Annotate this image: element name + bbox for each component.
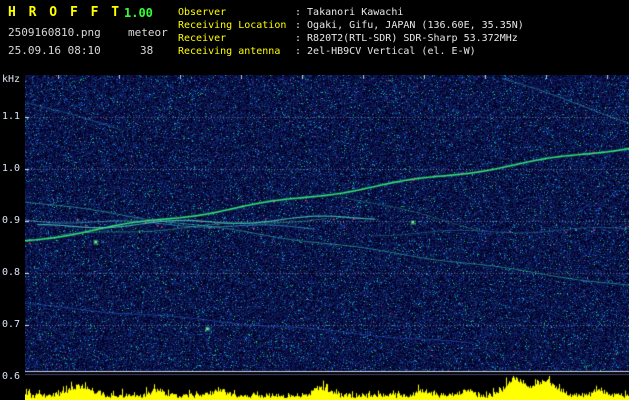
info-label: Observer [178,7,227,18]
freq-tick-label: 0.9 [1,215,20,226]
freq-tick-label: 0.6 [1,371,20,382]
info-label: Receiving Location [178,20,287,31]
info-value: : Ogaki, Gifu, JAPAN (136.60E, 35.35N) [295,20,524,31]
timestamp: 25.09.16 08:10 [8,44,101,57]
freq-tick-label: 1.1 [1,111,20,122]
info-label: Receiving antenna [178,46,281,57]
info-value: : 2el-HB9CV Vertical (el. E-W) [295,46,476,57]
freq-axis-unit: kHz [2,74,21,85]
hrofft-window: H R O F F T 1.00 2509160810.png meteor 2… [0,0,629,400]
output-filename: 2509160810.png [8,26,101,39]
info-label: Receiver [178,33,227,44]
app-title: H R O F F T [8,5,122,20]
freq-tick-label: 1.0 [1,163,20,174]
freq-tick-label: 0.7 [1,319,20,330]
app-version: 1.00 [124,6,153,20]
mode-label: meteor [128,26,168,39]
echo-count: 38 [140,44,154,57]
spectrogram-canvas [25,75,629,400]
freq-tick-label: 0.8 [1,267,20,278]
info-value: : Takanori Kawachi [295,7,404,18]
info-value: : R820T2(RTL-SDR) SDR-Sharp 53.372MHz [295,33,518,44]
